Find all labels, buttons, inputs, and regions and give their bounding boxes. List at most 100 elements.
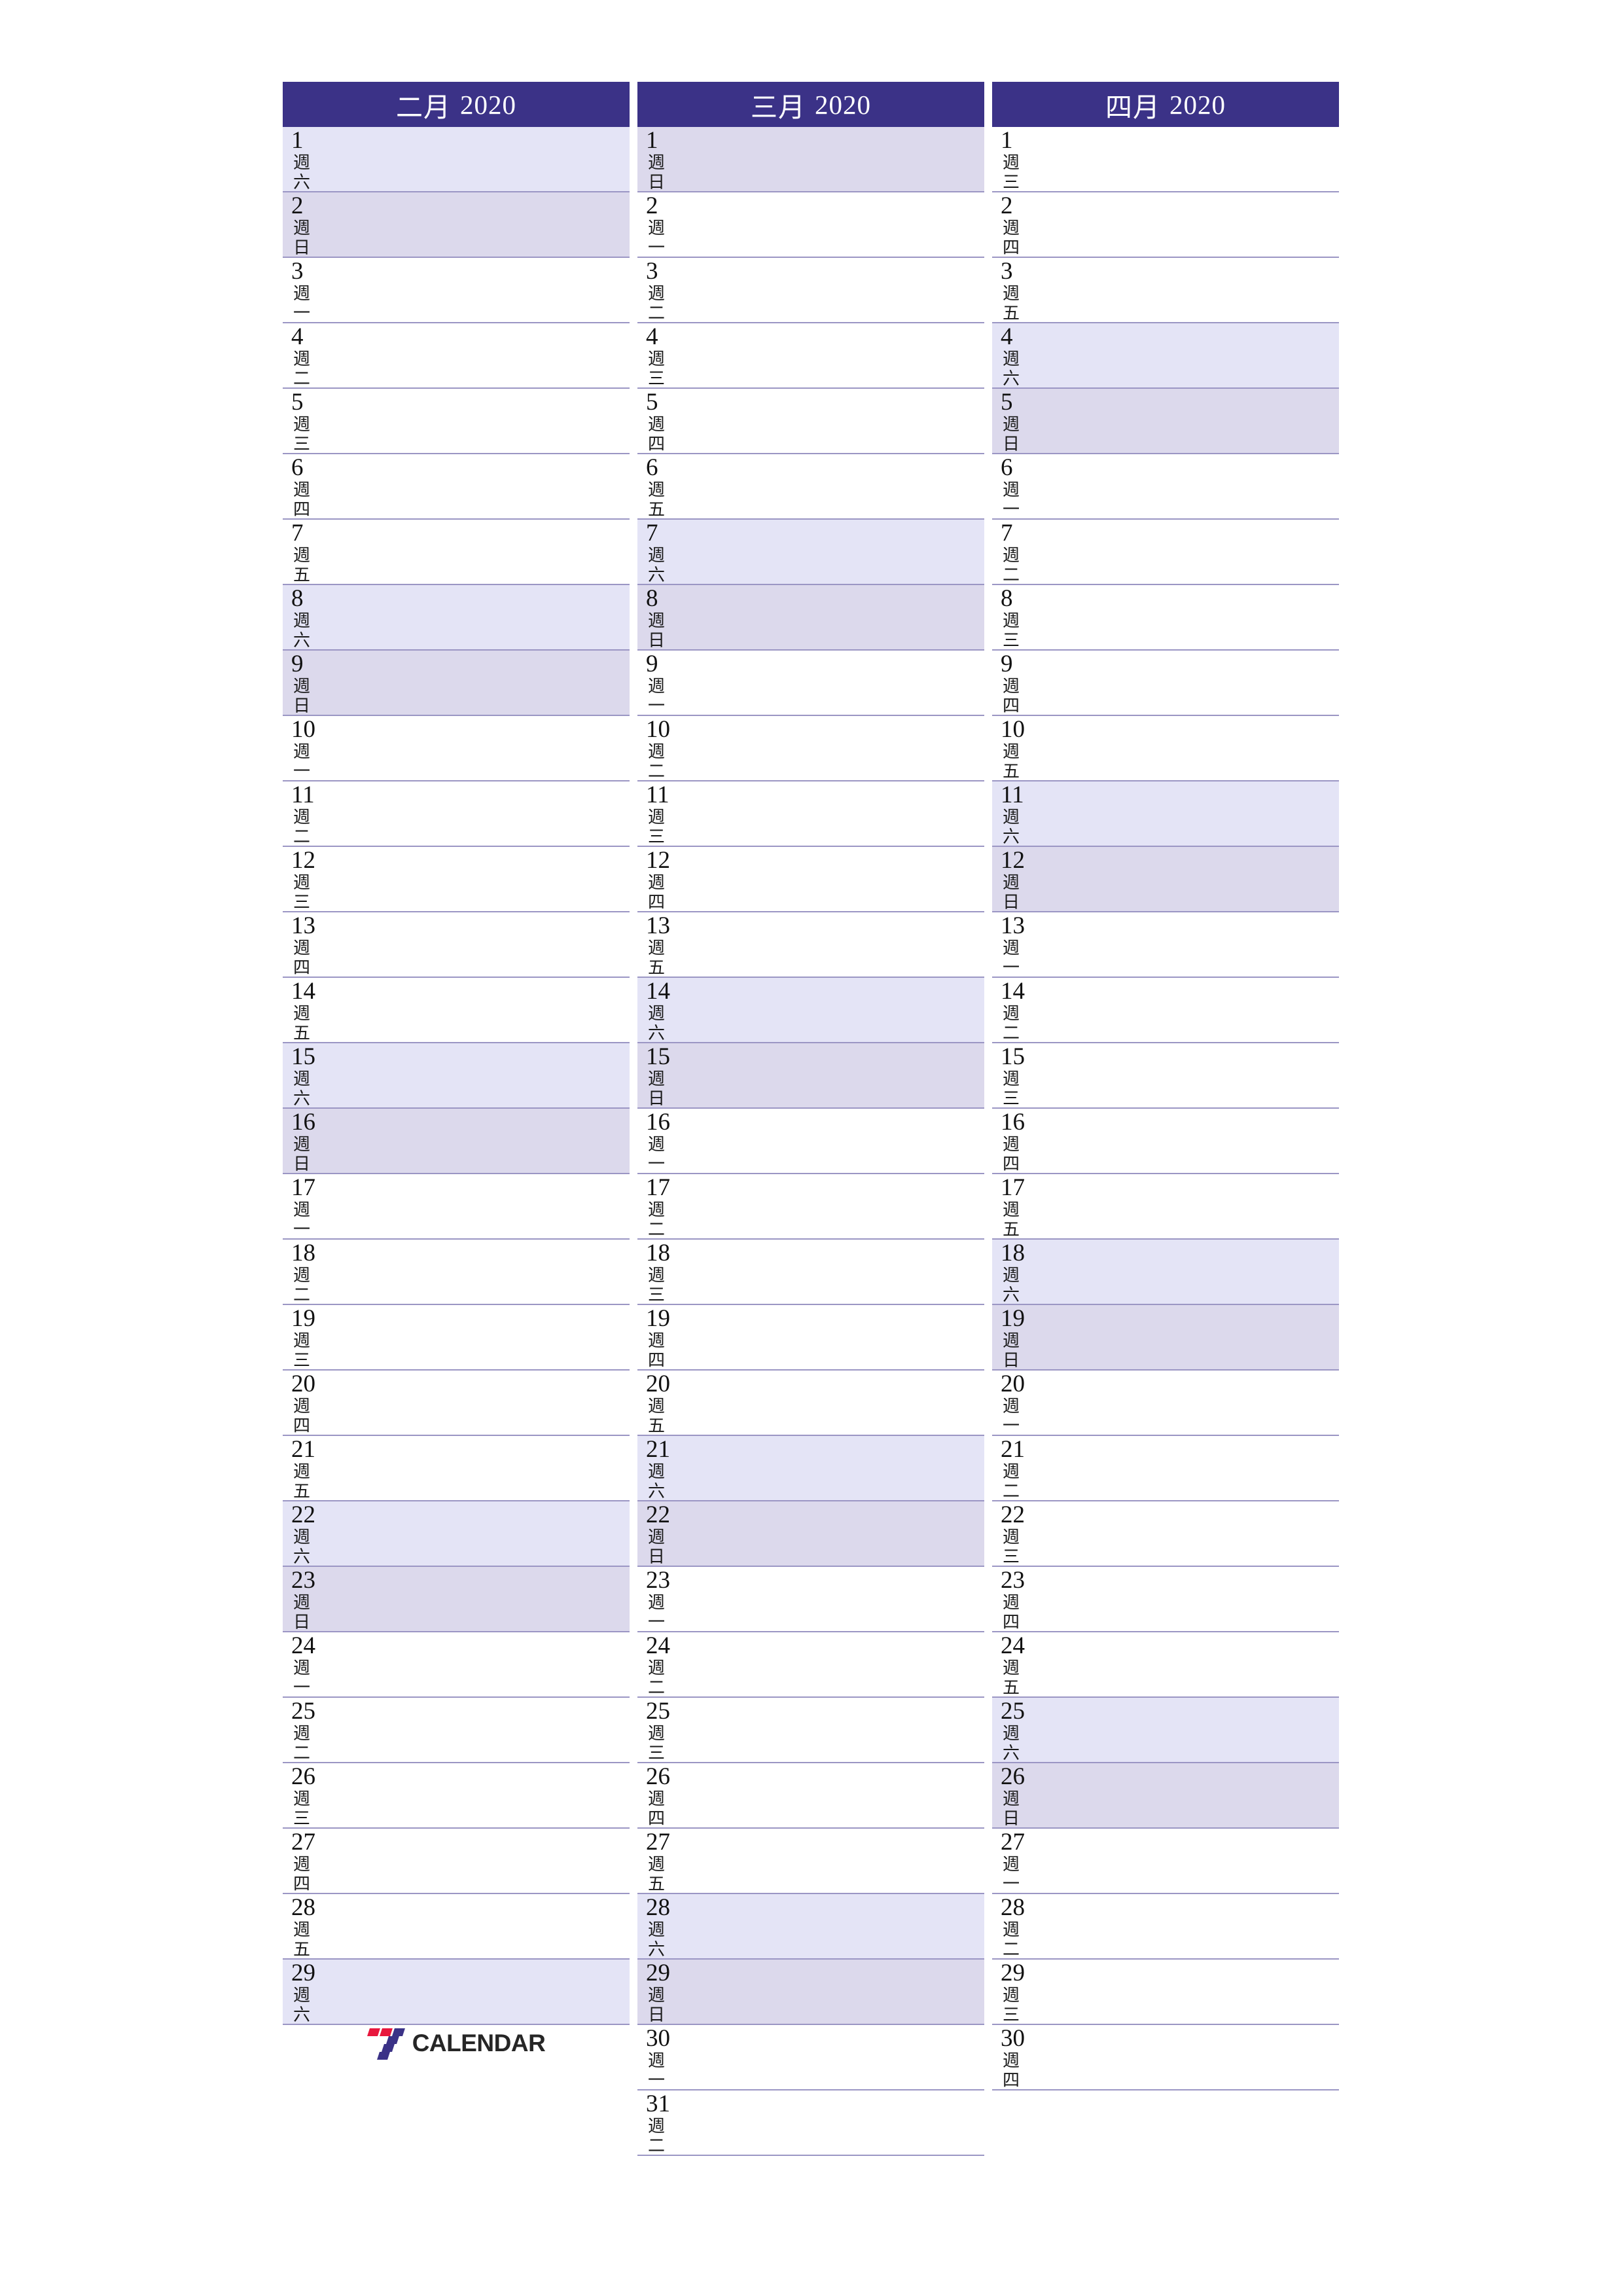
day-cell[interactable]: 16 週一 bbox=[637, 1109, 984, 1174]
day-number: 7 bbox=[291, 520, 304, 547]
logo-block bbox=[385, 2036, 399, 2044]
day-cell[interactable]: 25 週六 bbox=[992, 1698, 1339, 1763]
day-cell[interactable]: 20 週五 bbox=[637, 1371, 984, 1436]
day-cell[interactable]: 27 週四 bbox=[283, 1829, 630, 1894]
day-cell[interactable]: 4週三 bbox=[637, 323, 984, 389]
weekday-char-prefix: 週 bbox=[1003, 1659, 1020, 1677]
day-cell[interactable]: 3週一 bbox=[283, 258, 630, 323]
day-cell[interactable]: 29 週六 bbox=[283, 1960, 630, 2025]
day-cell[interactable]: 10 週二 bbox=[637, 716, 984, 781]
day-cell[interactable]: 23 週四 bbox=[992, 1567, 1339, 1632]
day-cell[interactable]: 5週四 bbox=[637, 389, 984, 454]
day-cell[interactable]: 15 週日 bbox=[637, 1043, 984, 1109]
day-cell[interactable]: 11 週三 bbox=[637, 781, 984, 847]
day-cell[interactable]: 17 週五 bbox=[992, 1174, 1339, 1240]
weekday-char-prefix: 週 bbox=[648, 284, 666, 303]
weekday-char-prefix: 週 bbox=[293, 1200, 311, 1219]
day-cell[interactable]: 9週一 bbox=[637, 651, 984, 716]
day-cell[interactable]: 10 週五 bbox=[992, 716, 1339, 781]
day-cell[interactable]: 27 週一 bbox=[992, 1829, 1339, 1894]
day-cell[interactable]: 30 週一 bbox=[637, 2025, 984, 2090]
day-cell[interactable]: 3週二 bbox=[637, 258, 984, 323]
day-cell[interactable]: 2週日 bbox=[283, 192, 630, 258]
day-cell[interactable]: 26 週三 bbox=[283, 1763, 630, 1829]
day-cell[interactable]: 18 週三 bbox=[637, 1240, 984, 1305]
day-cell[interactable]: 28 週五 bbox=[283, 1894, 630, 1960]
day-cell[interactable]: 2週四 bbox=[992, 192, 1339, 258]
day-cell[interactable]: 26 週四 bbox=[637, 1763, 984, 1829]
day-cell[interactable]: 2週一 bbox=[637, 192, 984, 258]
day-cell[interactable]: 19 週日 bbox=[992, 1305, 1339, 1371]
day-cell[interactable]: 29 週三 bbox=[992, 1960, 1339, 2025]
weekday-char-day: 六 bbox=[648, 1482, 666, 1501]
day-cell[interactable]: 29 週日 bbox=[637, 1960, 984, 2025]
day-cell[interactable]: 6週一 bbox=[992, 454, 1339, 520]
day-cell[interactable]: 13 週四 bbox=[283, 912, 630, 978]
day-cell[interactable]: 15 週三 bbox=[992, 1043, 1339, 1109]
day-cell[interactable]: 21 週五 bbox=[283, 1436, 630, 1501]
day-cell[interactable]: 28 週二 bbox=[992, 1894, 1339, 1960]
day-cell[interactable]: 17 週一 bbox=[283, 1174, 630, 1240]
day-cell[interactable]: 14 週五 bbox=[283, 978, 630, 1043]
day-cell[interactable]: 27 週五 bbox=[637, 1829, 984, 1894]
day-cell[interactable]: 20 週一 bbox=[992, 1371, 1339, 1436]
day-cell[interactable]: 5週日 bbox=[992, 389, 1339, 454]
day-cell[interactable]: 8週六 bbox=[283, 585, 630, 651]
day-cell[interactable]: 15 週六 bbox=[283, 1043, 630, 1109]
day-cell[interactable]: 22 週三 bbox=[992, 1501, 1339, 1567]
day-cell[interactable]: 22 週日 bbox=[637, 1501, 984, 1567]
day-cell[interactable]: 9週日 bbox=[283, 651, 630, 716]
day-cell[interactable]: 21 週二 bbox=[992, 1436, 1339, 1501]
day-cell[interactable]: 19 週三 bbox=[283, 1305, 630, 1371]
day-cell[interactable]: 16 週日 bbox=[283, 1109, 630, 1174]
day-cell[interactable]: 12 週三 bbox=[283, 847, 630, 912]
day-cell[interactable]: 30 週四 bbox=[992, 2025, 1339, 2090]
day-cell[interactable]: 9週四 bbox=[992, 651, 1339, 716]
day-cell[interactable]: 18 週六 bbox=[992, 1240, 1339, 1305]
day-cell[interactable]: 25 週二 bbox=[283, 1698, 630, 1763]
day-cell[interactable]: 24 週一 bbox=[283, 1632, 630, 1698]
day-cell[interactable]: 4週六 bbox=[992, 323, 1339, 389]
day-cell[interactable]: 17 週二 bbox=[637, 1174, 984, 1240]
day-cell[interactable]: 6週四 bbox=[283, 454, 630, 520]
day-cell[interactable]: 1週六 bbox=[283, 127, 630, 192]
day-cell[interactable]: 18 週二 bbox=[283, 1240, 630, 1305]
day-cell[interactable]: 7週六 bbox=[637, 520, 984, 585]
day-weekday-label: 週二 bbox=[1003, 1004, 1339, 1043]
day-cell[interactable]: 26 週日 bbox=[992, 1763, 1339, 1829]
day-cell[interactable]: 5週三 bbox=[283, 389, 630, 454]
day-cell[interactable]: 3週五 bbox=[992, 258, 1339, 323]
day-cell[interactable]: 22 週六 bbox=[283, 1501, 630, 1567]
day-cell[interactable]: 8週日 bbox=[637, 585, 984, 651]
day-cell[interactable]: 1週日 bbox=[637, 127, 984, 192]
day-cell[interactable]: 12 週四 bbox=[637, 847, 984, 912]
day-cell[interactable]: 21 週六 bbox=[637, 1436, 984, 1501]
day-cell[interactable]: 20 週四 bbox=[283, 1371, 630, 1436]
day-cell[interactable]: 13 週一 bbox=[992, 912, 1339, 978]
day-cell[interactable]: 28 週六 bbox=[637, 1894, 984, 1960]
day-cell[interactable]: 23 週日 bbox=[283, 1567, 630, 1632]
day-cell[interactable]: 10 週一 bbox=[283, 716, 630, 781]
day-cell[interactable]: 11 週六 bbox=[992, 781, 1339, 847]
day-cell[interactable]: 11 週二 bbox=[283, 781, 630, 847]
day-cell[interactable]: 1週三 bbox=[992, 127, 1339, 192]
day-cell[interactable]: 25 週三 bbox=[637, 1698, 984, 1763]
weekday-char-day: 三 bbox=[1003, 1547, 1020, 1566]
day-cell[interactable]: 8週三 bbox=[992, 585, 1339, 651]
day-cell[interactable]: 23 週一 bbox=[637, 1567, 984, 1632]
day-cell[interactable]: 12 週日 bbox=[992, 847, 1339, 912]
day-weekday-label: 週三 bbox=[293, 1789, 630, 1829]
day-cell[interactable]: 13 週五 bbox=[637, 912, 984, 978]
day-cell[interactable]: 19 週四 bbox=[637, 1305, 984, 1371]
day-cell[interactable]: 7週五 bbox=[283, 520, 630, 585]
day-cell[interactable]: 6週五 bbox=[637, 454, 984, 520]
day-cell[interactable]: 24 週五 bbox=[992, 1632, 1339, 1698]
day-cell[interactable]: 14 週六 bbox=[637, 978, 984, 1043]
day-cell[interactable]: 4週二 bbox=[283, 323, 630, 389]
day-cell[interactable]: 16 週四 bbox=[992, 1109, 1339, 1174]
day-cell[interactable]: 14 週二 bbox=[992, 978, 1339, 1043]
day-cell[interactable]: 31 週二 bbox=[637, 2090, 984, 2156]
day-cell[interactable]: 24 週二 bbox=[637, 1632, 984, 1698]
month-year: 2020 bbox=[460, 89, 516, 120]
day-cell[interactable]: 7週二 bbox=[992, 520, 1339, 585]
